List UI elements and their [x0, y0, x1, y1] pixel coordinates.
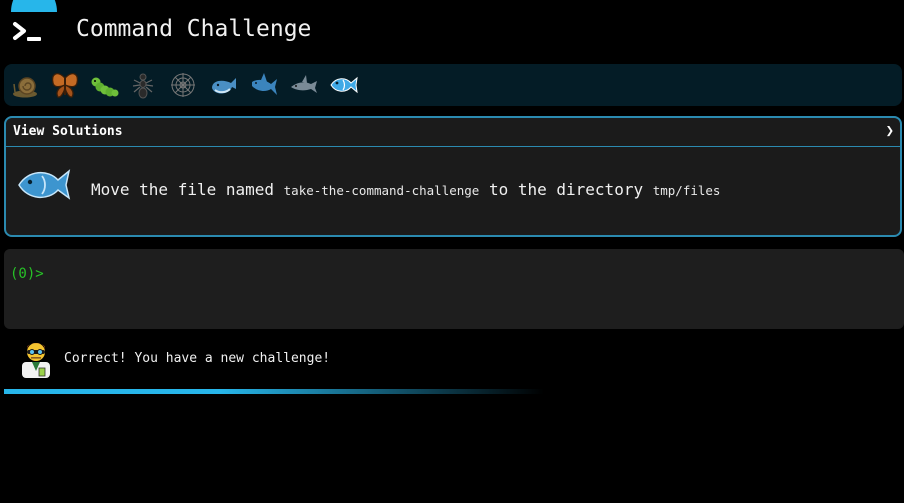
status-message: Correct! You have a new challenge!: [64, 351, 331, 366]
terminal-prompt: (0)>: [10, 266, 44, 282]
level-bar: [4, 64, 902, 106]
fish-icon: [18, 169, 71, 200]
view-solutions-toggle[interactable]: View Solutions ❯: [6, 118, 900, 147]
challenge-description: Move the file named take-the-command-cha…: [91, 180, 720, 199]
progress-line: [4, 389, 544, 394]
terminal-input[interactable]: (0)>: [4, 249, 904, 329]
level-ant-icon[interactable]: [128, 70, 158, 100]
level-shark-icon[interactable]: [249, 70, 279, 100]
level-whale-icon[interactable]: [209, 70, 239, 100]
challenge-panel: View Solutions ❯ Move the file named tak…: [4, 116, 902, 237]
level-spiderweb-icon[interactable]: [168, 70, 198, 100]
app-header: Command Challenge: [0, 0, 904, 60]
task-text: Move the file named: [91, 180, 284, 199]
level-butterfly-icon[interactable]: [50, 70, 80, 100]
level-fish-icon[interactable]: [329, 70, 359, 100]
level-snail-icon[interactable]: [11, 70, 41, 100]
scientist-avatar-icon: [22, 343, 50, 378]
task-text: to the directory: [479, 180, 653, 199]
directory-code: tmp/files: [652, 183, 721, 198]
level-dolphin-icon[interactable]: [289, 70, 319, 100]
file-name-code: take-the-command-challenge: [283, 183, 480, 198]
view-solutions-label: View Solutions: [13, 124, 123, 139]
level-caterpillar-icon[interactable]: [89, 70, 119, 100]
logo-arc: [11, 0, 57, 12]
terminal-icon[interactable]: [12, 20, 44, 44]
chevron-right-icon: ❯: [885, 123, 894, 139]
page-title: Command Challenge: [76, 16, 312, 42]
